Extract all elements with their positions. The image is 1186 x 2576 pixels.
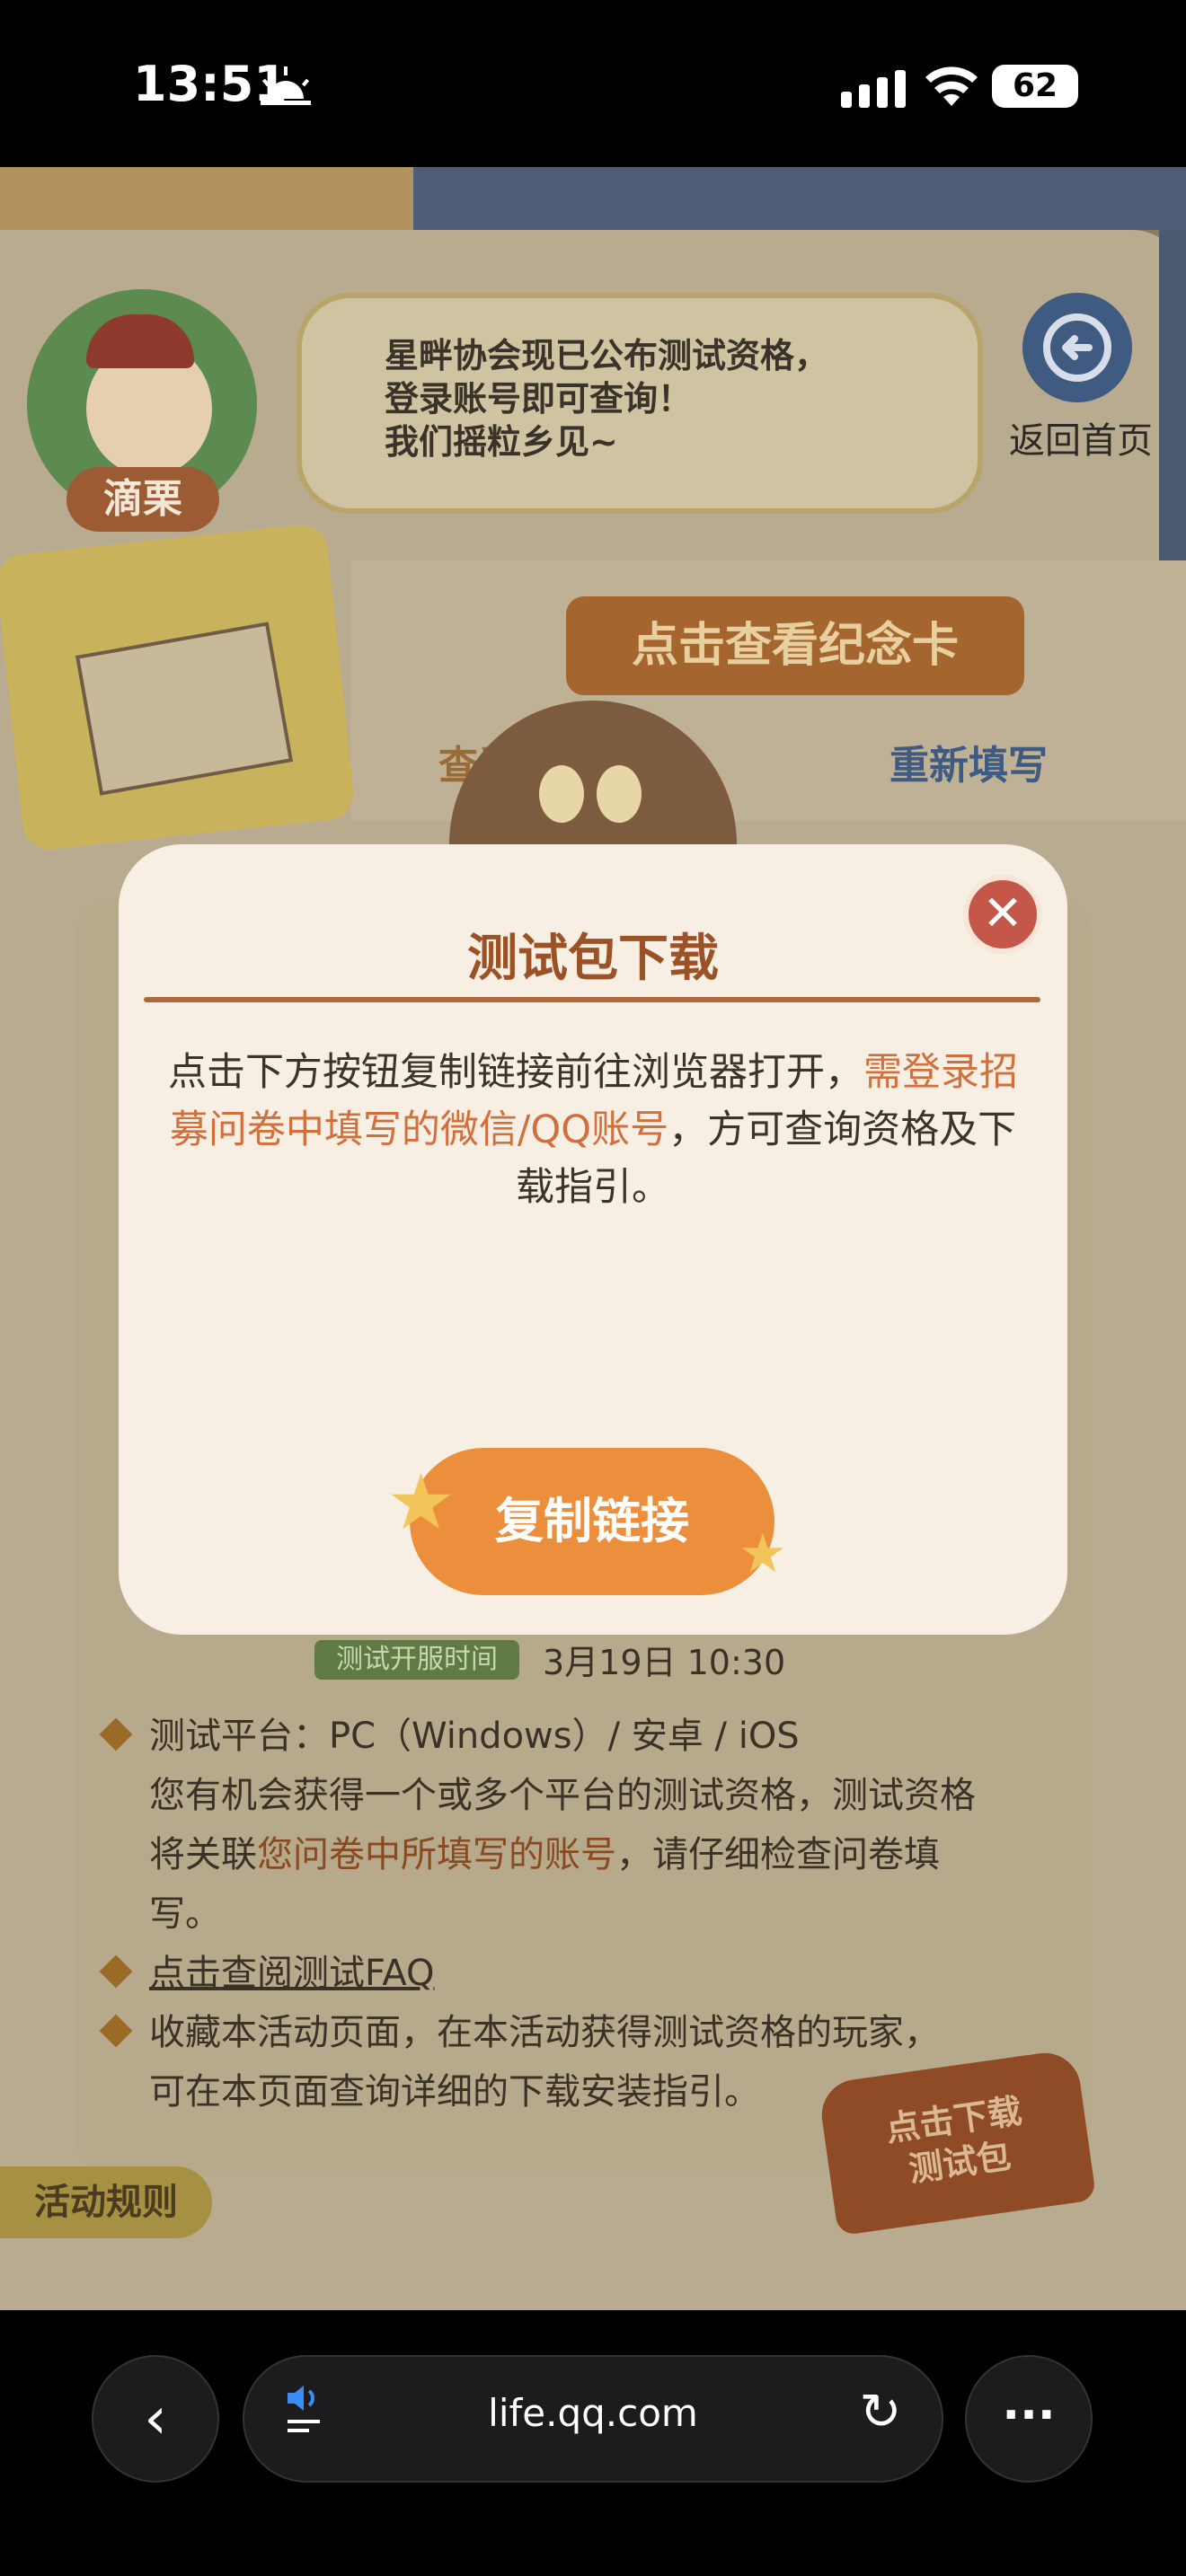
sunrise-icon xyxy=(261,66,311,105)
battery-level: 62 xyxy=(1012,67,1058,104)
modal-description: 点击下方按钮复制链接前往浏览器打开，需登录招募问卷中填写的微信/QQ账号，方可查… xyxy=(158,1044,1028,1216)
rule-chance-prefix: 将关联 xyxy=(149,1834,257,1875)
rule-bookmark-line1: 收藏本活动页面，在本活动获得测试资格的玩家， xyxy=(149,2012,940,2053)
rule-bookmark-line2: 可在本页面查询详细的下载安装指引。 xyxy=(149,2071,760,2113)
rule-chance-highlight: 您问卷中所填写的账号 xyxy=(257,1834,616,1875)
view-memorial-card-button[interactable]: 点击查看纪念卡 xyxy=(566,596,1024,695)
rule-platform: 测试平台：PC（Windows）/ 安卓 / iOS xyxy=(149,1716,800,1757)
open-time-tag: 测试开服时间 xyxy=(314,1640,519,1680)
cellular-signal-icon xyxy=(841,70,906,108)
top-decor-band-left xyxy=(0,167,413,230)
star-icon: ★ xyxy=(739,1522,787,1585)
faq-link[interactable]: 点击查阅测试FAQ xyxy=(149,1944,434,2003)
cat-eye xyxy=(539,765,584,823)
cat-eye xyxy=(597,765,642,823)
modal-desc-part1: 点击下方按钮复制链接前往浏览器打开， xyxy=(168,1050,863,1095)
rule-chance-line2: 将关联您问卷中所填写的账号，请仔细检查问卷填 xyxy=(149,1825,940,1884)
modal-divider xyxy=(144,997,1040,1002)
back-home-label[interactable]: 返回首页 xyxy=(996,411,1166,463)
reload-icon[interactable]: ↻ xyxy=(854,2386,907,2439)
open-time-value: 3月19日 10:30 xyxy=(543,1643,786,1682)
top-decor-band xyxy=(395,167,1186,230)
character-name: 滴栗 xyxy=(66,467,219,532)
copy-link-button[interactable]: 复制链接 xyxy=(410,1448,774,1595)
url-text[interactable]: life.qq.com xyxy=(359,2391,827,2435)
rule-chance-line3: 写。 xyxy=(149,1893,221,1935)
close-button[interactable]: ✕ xyxy=(963,875,1042,954)
star-icon: ★ xyxy=(386,1458,456,1548)
modal-title: 测试包下载 xyxy=(467,930,719,988)
more-options-button[interactable]: ··· xyxy=(965,2355,1093,2483)
browser-back-button[interactable]: ‹ xyxy=(92,2355,219,2483)
activity-rules-tab[interactable]: 活动规则 xyxy=(0,2166,212,2238)
speaker-icon[interactable] xyxy=(284,2382,327,2436)
rule-chance-line1: 您有机会获得一个或多个平台的测试资格，测试资格 xyxy=(149,1775,976,1816)
rule-chance-suffix: ，请仔细检查问卷填 xyxy=(616,1834,940,1875)
wifi-icon xyxy=(925,66,978,106)
back-home-icon[interactable] xyxy=(1022,293,1132,402)
speech-bubble-text: 星畔协会现已公布测试资格， 登录账号即可查询！ 我们摇粒乡见~ xyxy=(385,336,829,462)
refill-link[interactable]: 重新填写 xyxy=(890,733,1123,790)
